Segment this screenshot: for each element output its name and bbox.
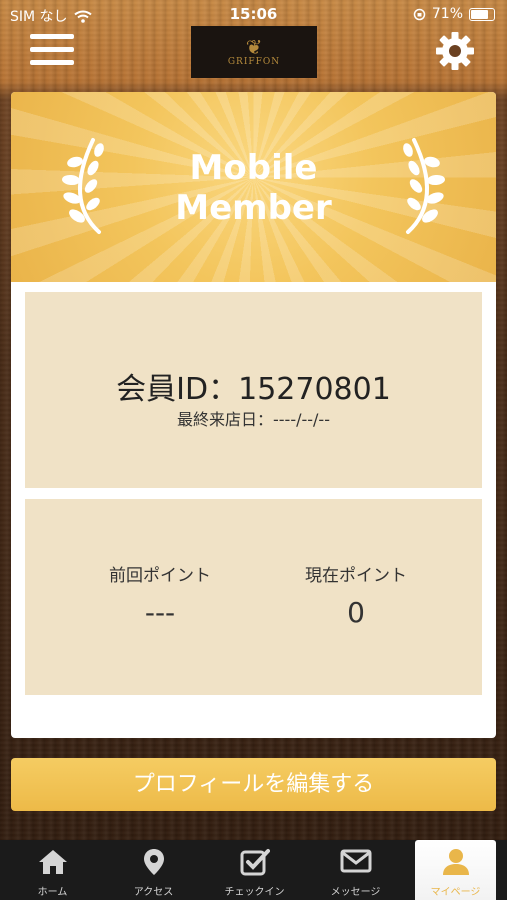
current-points-value: 0 <box>347 596 365 629</box>
menu-button[interactable] <box>30 34 74 70</box>
user-icon <box>442 849 469 875</box>
previous-points: 前回ポイント --- <box>60 561 260 629</box>
member-card: Mobile Member 会員ID：15270801 最終来店日：----/-… <box>11 92 496 738</box>
laurel-right-icon <box>403 138 445 234</box>
tab-access-label: アクセス <box>133 887 174 898</box>
tab-mypage-label: マイページ <box>430 887 481 898</box>
member-id-panel: 会員ID：15270801 最終来店日：----/--/-- <box>25 292 482 488</box>
current-points: 現在ポイント 0 <box>256 561 456 629</box>
app-header: ❦ GRIFFON <box>0 26 507 82</box>
last-visit-date: 最終来店日：----/--/-- <box>177 410 330 429</box>
tab-home[interactable]: ホーム <box>2 840 103 900</box>
points-panel: 前回ポイント --- 現在ポイント 0 <box>25 499 482 695</box>
tab-message[interactable]: メッセージ <box>305 840 406 900</box>
home-icon <box>38 850 67 874</box>
tab-bar: ホーム アクセス チェックイン メッセージ マイページ <box>0 840 507 900</box>
current-points-label: 現在ポイント <box>305 566 407 586</box>
tab-mypage[interactable]: マイページ <box>415 840 496 900</box>
checkbox-icon <box>240 849 270 876</box>
tab-checkin[interactable]: チェックイン <box>204 840 305 900</box>
envelope-icon <box>340 849 371 873</box>
edit-profile-button[interactable]: プロフィールを編集する <box>11 758 496 811</box>
tab-message-label: メッセージ <box>330 887 381 898</box>
logo-text: GRIFFON <box>227 57 281 67</box>
member-id: 会員ID：15270801 <box>116 372 391 407</box>
previous-points-label: 前回ポイント <box>109 566 211 586</box>
status-right: 71% <box>413 6 495 22</box>
previous-points-value: --- <box>144 596 176 629</box>
tab-access[interactable]: アクセス <box>103 840 204 900</box>
location-pin-icon <box>143 849 164 875</box>
menu-bar <box>30 34 74 39</box>
status-bar: SIM なし 15:06 71% <box>0 0 507 28</box>
tab-checkin-label: チェックイン <box>224 887 285 898</box>
crest-icon: ❦ <box>245 35 263 59</box>
settings-button[interactable] <box>434 30 476 72</box>
griffon-logo: ❦ GRIFFON <box>191 26 317 78</box>
orientation-lock-icon <box>413 8 426 20</box>
battery-icon <box>469 7 495 21</box>
battery-percent: 71% <box>431 6 463 22</box>
menu-bar <box>30 47 74 52</box>
tab-home-label: ホーム <box>37 887 68 898</box>
gear-icon <box>436 32 474 70</box>
mobile-member-banner: Mobile Member <box>11 92 496 282</box>
menu-bar <box>30 60 74 65</box>
